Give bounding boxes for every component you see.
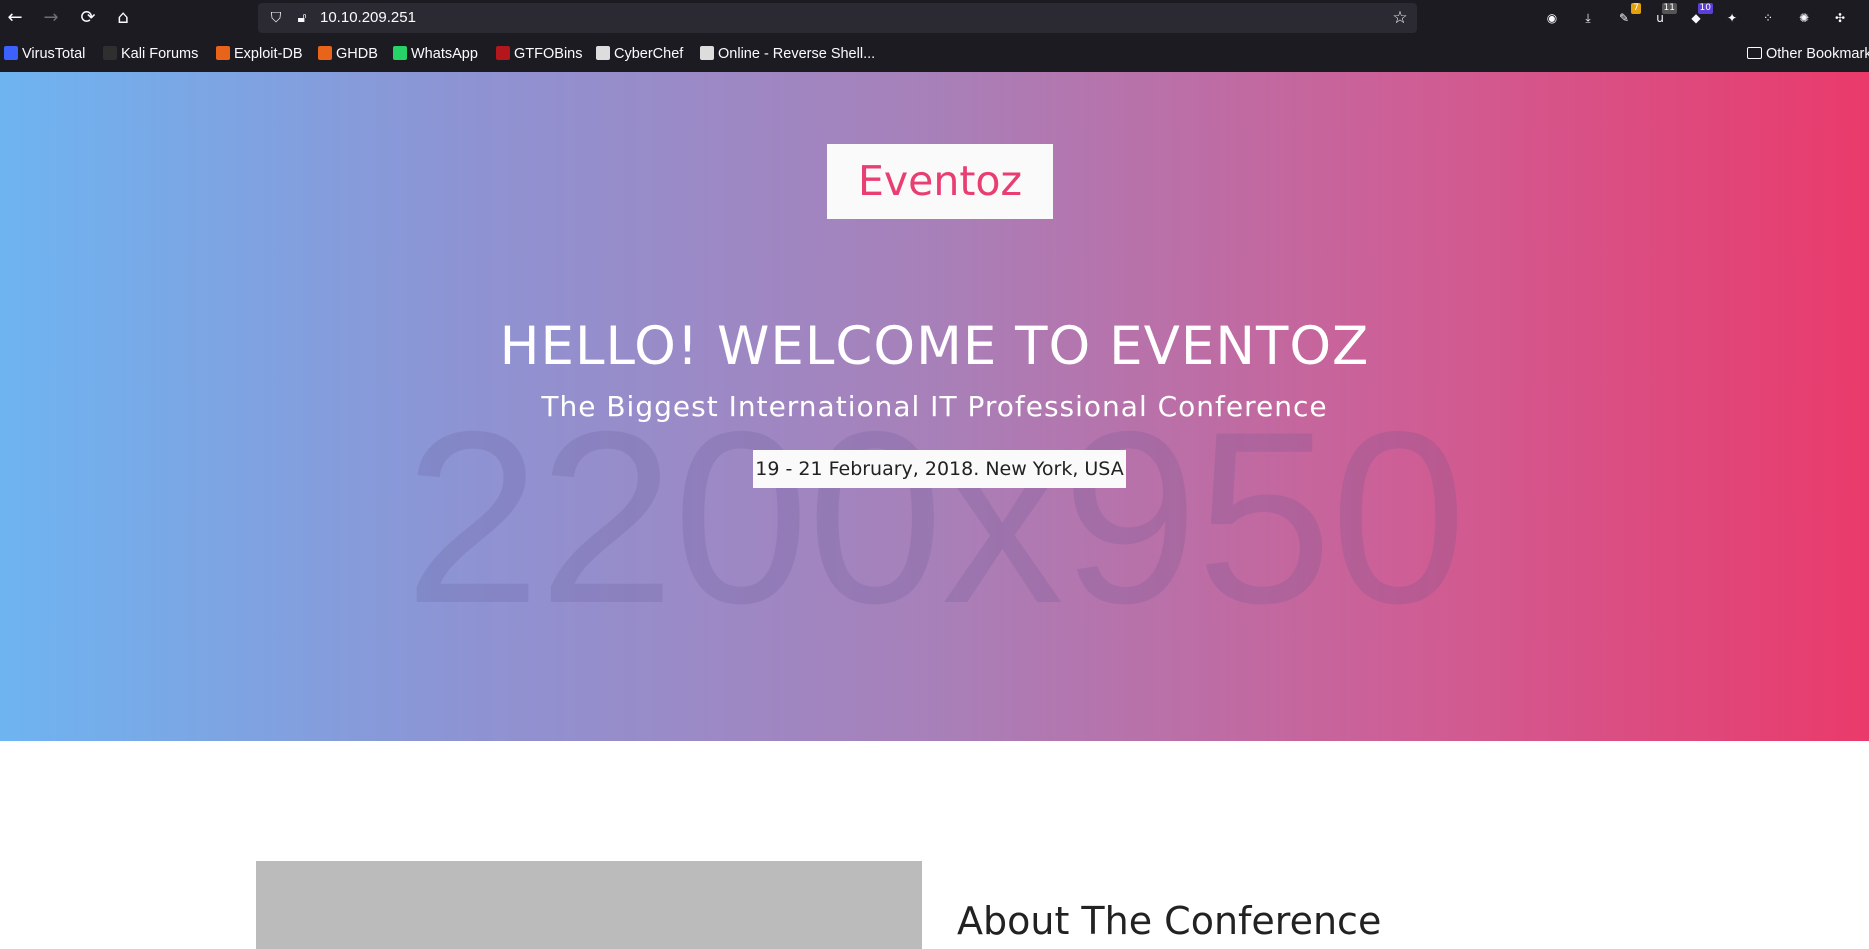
bookmark-label: CyberChef xyxy=(614,46,684,62)
url-bar[interactable]: ⛉ 🔓︎ 10.10.209.251 ☆ xyxy=(258,3,1417,33)
ghdb-icon xyxy=(318,46,332,60)
about-image-placeholder xyxy=(256,861,922,949)
bookmark-label: Online - Reverse Shell... xyxy=(718,46,876,62)
hero-subtitle: The Biggest International IT Professiona… xyxy=(541,390,1328,423)
back-button[interactable]: ← xyxy=(3,6,27,30)
bookmark-label: Kali Forums xyxy=(121,46,199,62)
downloads-icon[interactable]: ⤓ xyxy=(1577,7,1599,29)
forward-button[interactable]: → xyxy=(39,6,63,30)
bookmark-item[interactable]: CyberChef xyxy=(596,41,683,67)
event-date-badge: 19 - 21 February, 2018. New York, USA xyxy=(753,450,1126,488)
bookmark-label: Exploit-DB xyxy=(234,46,303,62)
cookie-icon[interactable]: ✺ xyxy=(1793,7,1815,29)
browser-toolbar: ← → ⟳ ⌂ ⛉ 🔓︎ 10.10.209.251 ☆ ◉ ⤓ ✎ 7 u 11 ◆ 10 ✦… xyxy=(0,0,1869,36)
bookmark-star-icon[interactable]: ☆ xyxy=(1390,8,1410,28)
lock-warning-icon[interactable]: 🔓︎ xyxy=(292,8,312,28)
extension-badge: 7 xyxy=(1631,3,1641,14)
bookmark-item[interactable]: GTFOBins xyxy=(496,41,582,67)
skull-icon xyxy=(700,46,714,60)
bookmark-item[interactable]: Exploit-DB xyxy=(216,41,303,67)
ublock-icon[interactable]: u 11 xyxy=(1649,3,1677,29)
extensions-puzzle-icon[interactable]: ✣ xyxy=(1829,7,1851,29)
extension-7-icon[interactable]: ✎ 7 xyxy=(1613,3,1641,29)
kali-icon xyxy=(103,46,117,60)
about-heading: About The Conference xyxy=(957,899,1382,943)
gtfobins-icon xyxy=(496,46,510,60)
bookmarks-bar: VirusTotal Kali Forums Exploit-DB GHDB Whats… xyxy=(0,41,1869,71)
bookmark-label: GTFOBins xyxy=(514,46,583,62)
extension-badge: 11 xyxy=(1661,3,1677,14)
bookmark-label: VirusTotal xyxy=(22,46,86,62)
bookmark-item[interactable]: WhatsApp xyxy=(393,41,478,67)
whatsapp-icon xyxy=(393,46,407,60)
home-button[interactable]: ⌂ xyxy=(111,6,135,30)
site-logo[interactable]: Eventoz xyxy=(827,144,1053,219)
bookmark-item[interactable]: VirusTotal xyxy=(4,41,85,67)
other-bookmarks-label: Other Bookmarks xyxy=(1766,46,1869,62)
bookmark-label: WhatsApp xyxy=(411,46,478,62)
bookmark-item[interactable]: Kali Forums xyxy=(103,41,198,67)
extension-dots-icon[interactable]: ⁘ xyxy=(1757,7,1779,29)
bookmark-label: GHDB xyxy=(336,46,378,62)
other-bookmarks-folder[interactable]: Other Bookmarks xyxy=(1747,41,1869,67)
bookmark-item[interactable]: Online - Reverse Shell... xyxy=(700,41,875,67)
url-text[interactable]: 10.10.209.251 xyxy=(320,3,416,33)
hero-section: 2200x950 Eventoz HELLO! WELCOME TO EVENT… xyxy=(0,72,1869,741)
extension-badge: 10 xyxy=(1697,3,1713,14)
wappalyzer-icon[interactable]: ◆ 10 xyxy=(1685,3,1713,29)
foxyproxy-icon[interactable]: ✦ xyxy=(1721,7,1743,29)
folder-icon xyxy=(1747,47,1762,59)
browser-chrome: ← → ⟳ ⌂ ⛉ 🔓︎ 10.10.209.251 ☆ ◉ ⤓ ✎ 7 u 11 ◆ 10 ✦… xyxy=(0,0,1869,72)
placeholder-dimensions-text: 2200x950 xyxy=(404,380,1466,654)
cyberchef-icon xyxy=(596,46,610,60)
bookmark-item[interactable]: GHDB xyxy=(318,41,378,67)
pocket-icon[interactable]: ◉ xyxy=(1541,7,1563,29)
shield-icon[interactable]: ⛉ xyxy=(266,8,286,28)
hero-title: HELLO! WELCOME TO EVENTOZ xyxy=(499,316,1370,377)
reload-button[interactable]: ⟳ xyxy=(76,6,100,30)
exploitdb-icon xyxy=(216,46,230,60)
virustotal-icon xyxy=(4,46,18,60)
